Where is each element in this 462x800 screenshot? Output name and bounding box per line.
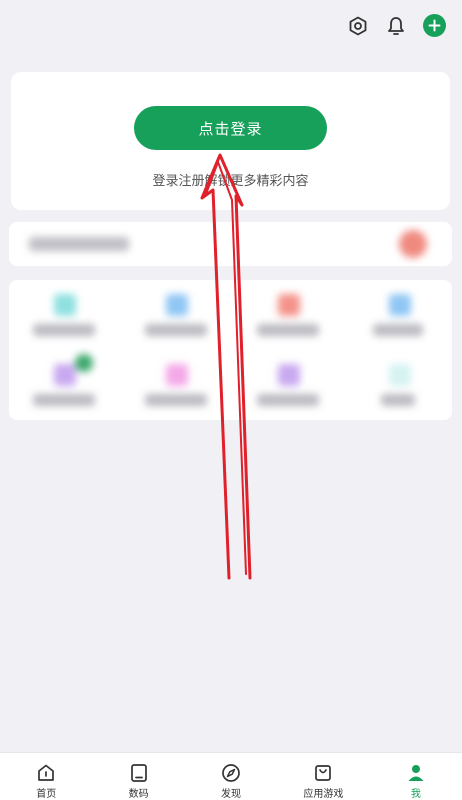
settings-icon[interactable] (346, 14, 370, 38)
home-icon (36, 763, 56, 783)
compass-icon (221, 763, 241, 783)
blurred-banner-row (9, 222, 452, 266)
nav-label: 首页 (36, 789, 57, 800)
person-icon (406, 763, 426, 783)
nav-item-discover[interactable]: 发现 (185, 753, 277, 800)
shopping-bag-icon (313, 763, 333, 783)
tablet-icon (129, 763, 149, 783)
nav-label: 我 (410, 789, 421, 800)
nav-item-me[interactable]: 我 (370, 753, 462, 800)
nav-item-digital[interactable]: 数码 (92, 753, 184, 800)
bottom-nav: 首页 数码 发现 应用游戏 我 (0, 752, 462, 800)
top-bar (0, 0, 462, 52)
blurred-feature-grid (9, 280, 452, 420)
nav-label: 发现 (221, 789, 242, 800)
add-button[interactable] (423, 14, 446, 37)
nav-item-home[interactable]: 首页 (0, 753, 92, 800)
nav-label: 应用游戏 (303, 789, 344, 800)
bell-icon[interactable] (384, 14, 408, 38)
login-card: 点击登录 登录注册解锁更多精彩内容 (11, 72, 450, 210)
login-hint-text: 登录注册解锁更多精彩内容 (152, 174, 309, 189)
nav-item-apps-games[interactable]: 应用游戏 (277, 753, 369, 800)
login-button[interactable]: 点击登录 (134, 106, 327, 150)
plus-icon (428, 19, 441, 32)
nav-label: 数码 (128, 789, 149, 800)
